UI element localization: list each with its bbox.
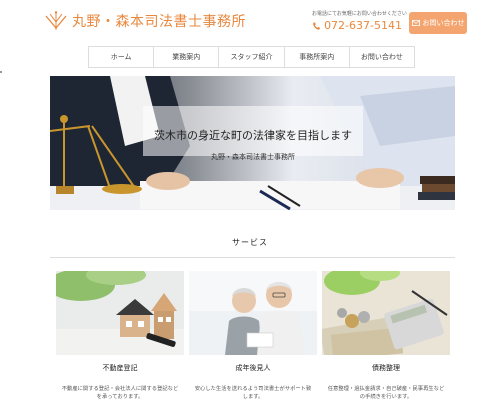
hero-banner: 茨木市の身近な町の法律家を目指します 丸野・森本司法書士事務所	[50, 76, 455, 210]
stray-mark	[0, 71, 2, 73]
service-card-guardian[interactable]: 成年後見人 安心した生活を送れるよう司法書士がサポート致します。	[189, 271, 317, 401]
phone-number: 072-637-5141	[324, 19, 402, 32]
main-nav: ホーム 業務案内 スタッフ紹介 事務所案内 お問い合わせ	[88, 46, 416, 68]
nav-item-office[interactable]: 事務所案内	[285, 47, 350, 67]
site-header: 丸野・森本司法書士事務所 お電話にてお気軽にお問い合わせください 072-637…	[0, 0, 500, 46]
nav-item-contact[interactable]: お問い合わせ	[350, 47, 416, 67]
card-title: 債務整理	[372, 364, 400, 372]
contact-note: お電話にてお気軽にお問い合わせください	[312, 11, 407, 17]
card-description: 任意整理・過払金請求・自己破産・民事再生などの手続きを行います。	[327, 386, 445, 401]
service-card-debt[interactable]: 債務整理 任意整理・過払金請求・自己破産・民事再生などの手続きを行います。	[322, 271, 450, 401]
card-description: 安心した生活を送れるよう司法書士がサポート致します。	[194, 386, 312, 401]
phone-row[interactable]: 072-637-5141	[312, 19, 402, 32]
card-title: 成年後見人	[235, 364, 271, 372]
logo-text: 丸野・森本司法書士事務所	[72, 14, 246, 30]
phone-icon	[313, 21, 320, 30]
nav-item-services[interactable]: 業務案内	[154, 47, 220, 67]
card-description: 不動産に関する登記・会社法人に関する登記などを承っております。	[61, 386, 179, 401]
contact-block: お電話にてお気軽にお問い合わせください 072-637-5141	[312, 10, 407, 32]
nav-item-home[interactable]: ホーム	[88, 47, 155, 67]
scales-logo-icon	[45, 11, 67, 30]
real-estate-image	[56, 271, 184, 355]
site-logo[interactable]: 丸野・森本司法書士事務所	[44, 10, 246, 32]
card-title: 不動産登記	[102, 364, 138, 372]
hero-subtitle: 丸野・森本司法書士事務所	[211, 153, 295, 161]
mail-icon	[411, 20, 420, 26]
inquiry-button[interactable]: お問い合わせ	[409, 12, 467, 34]
service-card-real-estate[interactable]: 不動産登記 不動産に関する登記・会社法人に関する登記などを承っております。	[56, 271, 184, 401]
services-heading: サービス	[232, 238, 268, 247]
inquiry-button-label: お問い合わせ	[422, 19, 465, 27]
section-divider	[50, 257, 455, 258]
guardian-image	[189, 271, 317, 355]
nav-item-staff[interactable]: スタッフ紹介	[219, 47, 285, 67]
hero-title: 茨木市の身近な町の法律家を目指します	[154, 129, 352, 142]
debt-image	[322, 271, 450, 355]
